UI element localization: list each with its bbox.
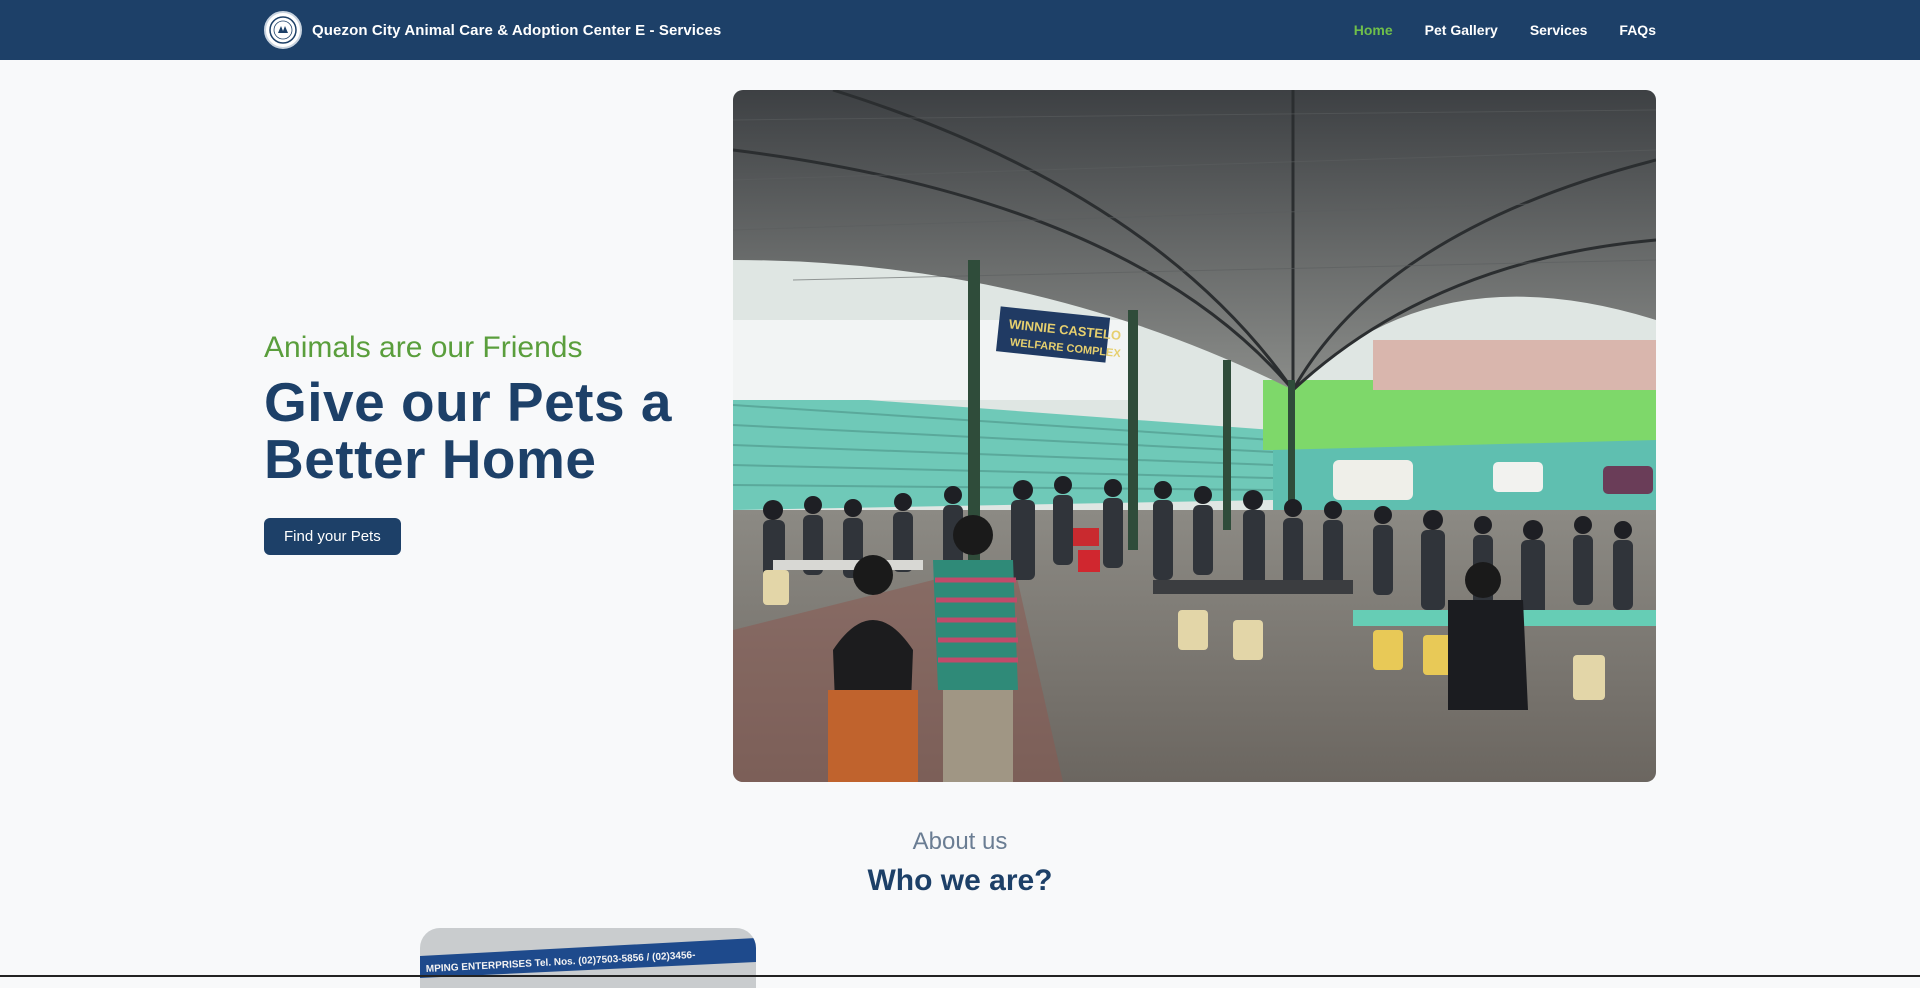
- hero-headline-line2: Better Home: [264, 428, 597, 490]
- hero-photo: WINNIE CASTELO WELFARE COMPLEX: [733, 90, 1656, 782]
- nav-link-services[interactable]: Services: [1530, 22, 1588, 38]
- hero-tagline: Animals are our Friends: [264, 331, 583, 364]
- top-navbar: Quezon City Animal Care & Adoption Cente…: [0, 0, 1920, 60]
- about-photo: MPING ENTERPRISES Tel. Nos. (02)7503-585…: [420, 928, 756, 988]
- about-title: Who we are?: [867, 864, 1053, 897]
- nav-link-home[interactable]: Home: [1354, 22, 1393, 38]
- hero-headline-line1: Give our Pets a: [264, 371, 672, 433]
- about-subtitle: About us: [912, 828, 1008, 855]
- city-seal-logo: [264, 11, 302, 49]
- nav-link-pet-gallery[interactable]: Pet Gallery: [1425, 22, 1498, 38]
- nav-menu: Home Pet Gallery Services FAQs: [1354, 0, 1656, 60]
- hero-headline: Give our Pets a Better Home: [264, 374, 704, 488]
- brand[interactable]: Quezon City Animal Care & Adoption Cente…: [264, 10, 721, 50]
- hero-text: Animals are our Friends Give our Pets a …: [264, 330, 704, 555]
- nav-link-faqs[interactable]: FAQs: [1619, 22, 1656, 38]
- find-pets-button[interactable]: Find your Pets: [264, 518, 401, 555]
- site-title: Quezon City Animal Care & Adoption Cente…: [312, 21, 722, 39]
